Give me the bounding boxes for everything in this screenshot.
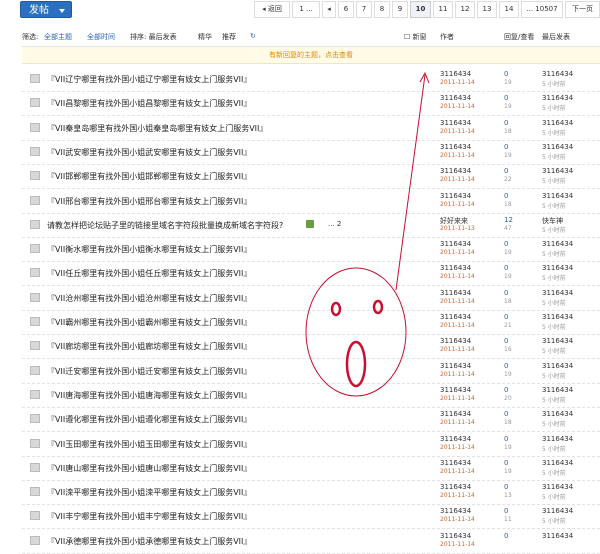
annotation-face-outline — [305, 267, 407, 397]
annotation-right-eye — [372, 299, 384, 315]
thread-date: 2011-11-14 — [440, 540, 475, 548]
annotation-mouth — [345, 340, 367, 388]
annotation-left-eye — [330, 301, 342, 317]
annotation-overlay — [305, 71, 430, 397]
annotation-arrow-line — [395, 74, 426, 291]
